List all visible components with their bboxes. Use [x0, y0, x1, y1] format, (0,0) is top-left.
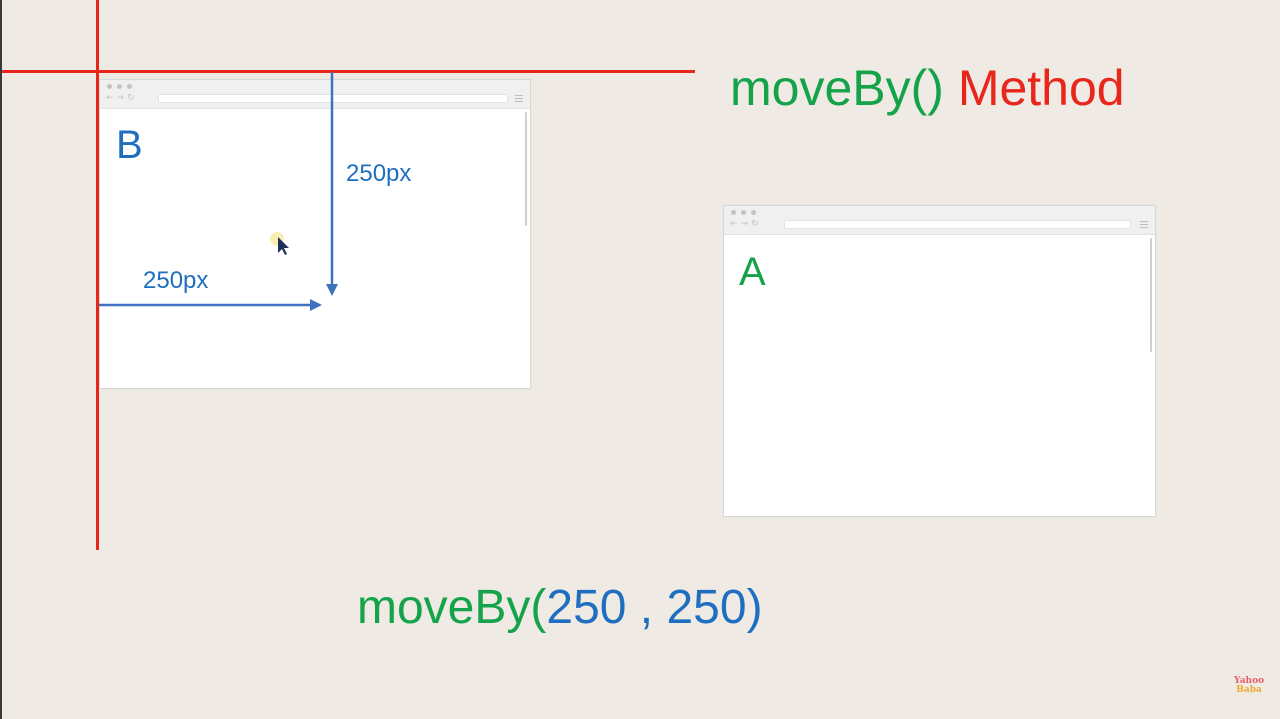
- vertical-offset-label: 250px: [346, 160, 412, 187]
- watermark-logo: Yahoo Baba: [1234, 677, 1264, 695]
- horizontal-arrowhead: [310, 299, 322, 311]
- window-b-label: B: [116, 123, 143, 167]
- page-title: moveBy() Method: [730, 58, 1125, 118]
- cursor-icon: [270, 232, 289, 255]
- window-a-label: A: [739, 250, 766, 294]
- call-suffix: ): [746, 581, 763, 634]
- call-separator: ,: [626, 581, 667, 634]
- method-call: moveBy(250 , 250): [357, 580, 763, 636]
- horizontal-offset-label: 250px: [143, 267, 209, 294]
- watermark-line2: Baba: [1236, 685, 1262, 695]
- call-y: 250: [666, 581, 747, 634]
- vertical-arrowhead: [326, 284, 338, 296]
- title-function: moveBy(): [730, 60, 944, 116]
- call-x: 250: [546, 581, 627, 634]
- call-prefix: moveBy(: [357, 581, 547, 634]
- title-word: Method: [957, 60, 1125, 116]
